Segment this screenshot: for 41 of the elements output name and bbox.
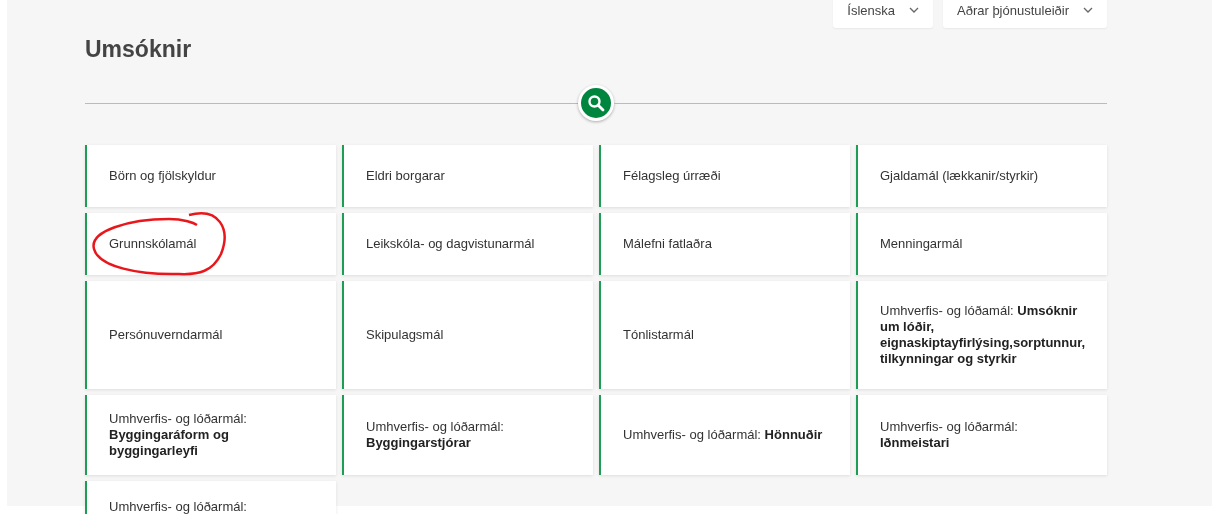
card-label: Umhverfis- og lóðarmál: Byggingaráform og byggingarleyfi	[109, 411, 248, 459]
category-card[interactable]: Tónlistarmál	[599, 281, 850, 389]
search-icon	[587, 94, 605, 112]
category-card[interactable]: Umhverfis- og lóðarmál: Byggingarstjórar	[342, 395, 593, 475]
search-button[interactable]	[578, 85, 614, 121]
chevron-icon	[1083, 7, 1093, 13]
category-card[interactable]: Umhverfis- og lóðarmál: Hönnuðir	[599, 395, 850, 475]
card-label: Tónlistarmál	[623, 327, 694, 343]
category-card[interactable]: Börn og fjölskyldur	[85, 145, 336, 207]
category-card[interactable]: Umhverfis- og lóðamál: Umsóknir um lóðir, eignaskiptayfirlýsing,sorptunnur, tilkynningar og styrkir	[856, 281, 1107, 389]
category-card[interactable]: Málefni fatlaðra	[599, 213, 850, 275]
category-card[interactable]: Leikskóla- og dagvistunarmál	[342, 213, 593, 275]
card-label: Umhverfis- og lóðarmál: Hönnuðir	[623, 427, 823, 443]
category-card[interactable]: Gjaldamál (lækkanir/styrkir)	[856, 145, 1107, 207]
card-label: Málefni fatlaðra	[623, 236, 712, 252]
card-label: Umhverfis- og lóðarmál:	[109, 499, 247, 514]
category-card[interactable]: Skipulagsmál	[342, 281, 593, 389]
card-label: Félagsleg úrræði	[623, 168, 721, 184]
card-label: Leikskóla- og dagvistunarmál	[366, 236, 535, 252]
category-card[interactable]: Persónuverndarmál	[85, 281, 336, 389]
category-card[interactable]: Umhverfis- og lóðarmál: Iðnmeistari	[856, 395, 1107, 475]
category-card[interactable]: Grunnskólamál	[85, 213, 336, 275]
card-label: Umhverfis- og lóðarmál: Iðnmeistari	[880, 419, 1019, 451]
category-card[interactable]: Félagsleg úrræði	[599, 145, 850, 207]
card-label: Gjaldamál (lækkanir/styrkir)	[880, 168, 1039, 184]
card-label: Börn og fjölskyldur	[109, 168, 216, 184]
card-label: Persónuverndarmál	[109, 327, 223, 343]
category-card[interactable]: Umhverfis- og lóðarmál: Byggingaráform og byggingarleyfi	[85, 395, 336, 475]
language-dropdown[interactable]: Íslenska	[833, 0, 933, 28]
card-label: Umhverfis- og lóðarmál: Byggingarstjórar	[366, 419, 505, 451]
page-title: Umsóknir	[85, 36, 192, 63]
card-label: Grunnskólamál	[109, 236, 197, 252]
chevron-icon	[909, 7, 919, 13]
card-label: Eldri borgarar	[366, 168, 445, 184]
card-label: Skipulagsmál	[366, 327, 444, 343]
card-label: Umhverfis- og lóðamál: Umsóknir um lóðir, eignaskiptayfirlýsing,sorptunnur, tilkynningar og styrkir	[880, 303, 1087, 367]
category-card[interactable]: Menningarmál	[856, 213, 1107, 275]
category-card[interactable]: Umhverfis- og lóðarmál:	[85, 481, 336, 514]
card-label: Menningarmál	[880, 236, 963, 252]
language-dropdown[interactable]: Aðrar þjónustuleiðir	[943, 0, 1107, 28]
category-card[interactable]: Eldri borgarar	[342, 145, 593, 207]
